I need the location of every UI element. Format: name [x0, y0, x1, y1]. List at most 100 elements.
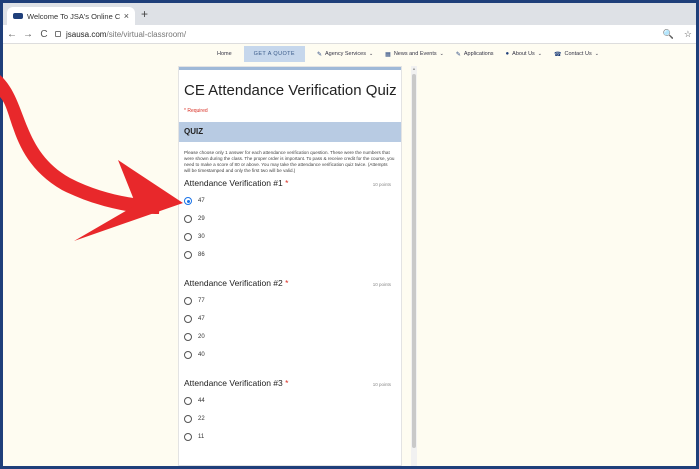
- address-bar[interactable]: jsausa.com/site/virtual-classroom/: [55, 27, 657, 42]
- question-list: Attendance Verification #1 * 10 points 47 2…: [179, 178, 401, 446]
- radio-button[interactable]: [184, 251, 192, 259]
- answer-option[interactable]: 86: [184, 246, 395, 264]
- answer-option[interactable]: 22: [184, 410, 395, 428]
- radio-button[interactable]: [184, 233, 192, 241]
- question-title: Attendance Verification #2 *: [184, 278, 288, 288]
- option-label: 20: [198, 334, 205, 340]
- nav-icon: ✎: [316, 51, 322, 58]
- required-asterisk: *: [282, 278, 289, 288]
- tab-strip: Welcome To JSA's Online CE – Vi × +: [3, 3, 696, 25]
- nav-label: Agency Services: [324, 51, 366, 57]
- question-points: 10 points: [372, 282, 391, 287]
- option-label: 47: [198, 316, 205, 322]
- chevron-down-icon: ⌄: [439, 51, 444, 57]
- answer-option[interactable]: 47: [184, 192, 395, 210]
- url-host: jsausa.com: [66, 29, 107, 39]
- url-path: /site/virtual-classroom/: [106, 29, 187, 39]
- radio-button[interactable]: [184, 215, 192, 223]
- option-label: 22: [198, 416, 205, 422]
- bookmark-star-icon[interactable]: ☆: [684, 29, 692, 40]
- question-header: Attendance Verification #2 * 10 points: [184, 278, 395, 288]
- answer-option[interactable]: 30: [184, 228, 395, 246]
- answer-option[interactable]: 47: [184, 310, 395, 328]
- option-label: 86: [198, 252, 205, 258]
- question-title-text: Attendance Verification #2: [184, 278, 283, 288]
- radio-button[interactable]: [184, 297, 192, 305]
- radio-button[interactable]: [184, 415, 192, 423]
- option-label: 30: [198, 234, 205, 240]
- reload-icon[interactable]: C: [37, 29, 51, 40]
- radio-button[interactable]: [184, 397, 192, 405]
- question-block: Attendance Verification #1 * 10 points 47 2…: [179, 178, 401, 264]
- close-icon[interactable]: ×: [124, 11, 129, 21]
- nav-item-agency-services[interactable]: ✎ Agency Services ⌄: [317, 51, 373, 58]
- radio-button[interactable]: [184, 433, 192, 441]
- browser-window: Welcome To JSA's Online CE – Vi × + ← → …: [3, 3, 696, 466]
- forward-arrow-icon[interactable]: →: [21, 29, 35, 40]
- quiz-description: Please choose only 1 answer for each att…: [184, 150, 395, 173]
- quiz-form: CE Attendance Verification Quiz * Requir…: [178, 66, 402, 466]
- option-label: 11: [198, 434, 205, 440]
- answer-option[interactable]: 77: [184, 292, 395, 310]
- lock-icon: [55, 31, 61, 37]
- scroll-up-arrow-icon[interactable]: ▲: [411, 66, 417, 71]
- nav-item-home[interactable]: Home: [217, 51, 232, 57]
- nav-item-news-and-events[interactable]: ▦ News and Events ⌄: [385, 51, 444, 58]
- chevron-down-icon: ⌄: [537, 51, 542, 57]
- nav-item-get-a-quote[interactable]: GET A QUOTE: [243, 46, 305, 62]
- web-page: Home GET A QUOTE ✎ Agency Services ⌄ ▦ News an…: [3, 44, 696, 466]
- nav-icon: ▦: [385, 51, 391, 58]
- browser-tab[interactable]: Welcome To JSA's Online CE – Vi ×: [7, 7, 135, 25]
- nav-label: Applications: [463, 51, 494, 57]
- radio-button[interactable]: [184, 351, 192, 359]
- quiz-title: CE Attendance Verification Quiz: [184, 82, 397, 99]
- back-arrow-icon[interactable]: ←: [5, 29, 19, 40]
- question-block: Attendance Verification #3 * 10 points 44 2…: [179, 378, 401, 446]
- answer-option[interactable]: 29: [184, 210, 395, 228]
- nav-label: GET A QUOTE: [253, 51, 295, 57]
- nav-icon: ☎: [554, 51, 562, 58]
- question-header: Attendance Verification #1 * 10 points: [184, 178, 395, 188]
- required-note: * Required: [184, 108, 208, 114]
- question-points: 10 points: [372, 382, 391, 387]
- nav-item-about-us[interactable]: ● About Us ⌄: [506, 51, 542, 57]
- radio-button[interactable]: [184, 197, 192, 205]
- question-points: 10 points: [372, 182, 391, 187]
- option-label: 77: [198, 298, 205, 304]
- nav-label: Home: [217, 51, 232, 57]
- option-label: 29: [198, 216, 205, 222]
- new-tab-button[interactable]: +: [141, 7, 148, 21]
- section-header: QUIZ: [179, 122, 401, 142]
- chevron-down-icon: ⌄: [368, 51, 374, 57]
- radio-button[interactable]: [184, 333, 192, 341]
- radio-button[interactable]: [184, 315, 192, 323]
- zoom-icon[interactable]: 🔍: [663, 29, 674, 40]
- question-title: Attendance Verification #1 *: [184, 178, 288, 188]
- option-label: 47: [198, 198, 205, 204]
- required-asterisk: *: [282, 178, 289, 188]
- question-block: Attendance Verification #2 * 10 points 77 4…: [179, 278, 401, 364]
- answer-option[interactable]: 44: [184, 392, 395, 410]
- required-asterisk: *: [282, 378, 289, 388]
- site-navigation: Home GET A QUOTE ✎ Agency Services ⌄ ▦ News an…: [3, 44, 696, 64]
- nav-item-applications[interactable]: ✎ Applications: [456, 51, 494, 58]
- favicon-icon: [13, 13, 23, 19]
- question-title-text: Attendance Verification #3: [184, 378, 283, 388]
- answer-option[interactable]: 11: [184, 428, 395, 446]
- option-label: 40: [198, 352, 205, 358]
- nav-label: News and Events: [393, 51, 437, 57]
- nav-icon: ●: [505, 51, 510, 57]
- answer-option[interactable]: 20: [184, 328, 395, 346]
- question-header: Attendance Verification #3 * 10 points: [184, 378, 395, 388]
- nav-label: Contact Us: [564, 51, 592, 57]
- answer-option[interactable]: 40: [184, 346, 395, 364]
- nav-item-contact-us[interactable]: ☎ Contact Us ⌄: [554, 51, 599, 58]
- tab-title: Welcome To JSA's Online CE – Vi: [27, 11, 120, 21]
- option-label: 44: [198, 398, 205, 404]
- question-title-text: Attendance Verification #1: [184, 178, 283, 188]
- question-title: Attendance Verification #3 *: [184, 378, 288, 388]
- scrollbar-thumb[interactable]: [412, 74, 416, 448]
- browser-toolbar: ← → C jsausa.com/site/virtual-classroom/…: [3, 25, 696, 44]
- nav-label: About Us: [512, 51, 535, 57]
- chevron-down-icon: ⌄: [594, 51, 599, 57]
